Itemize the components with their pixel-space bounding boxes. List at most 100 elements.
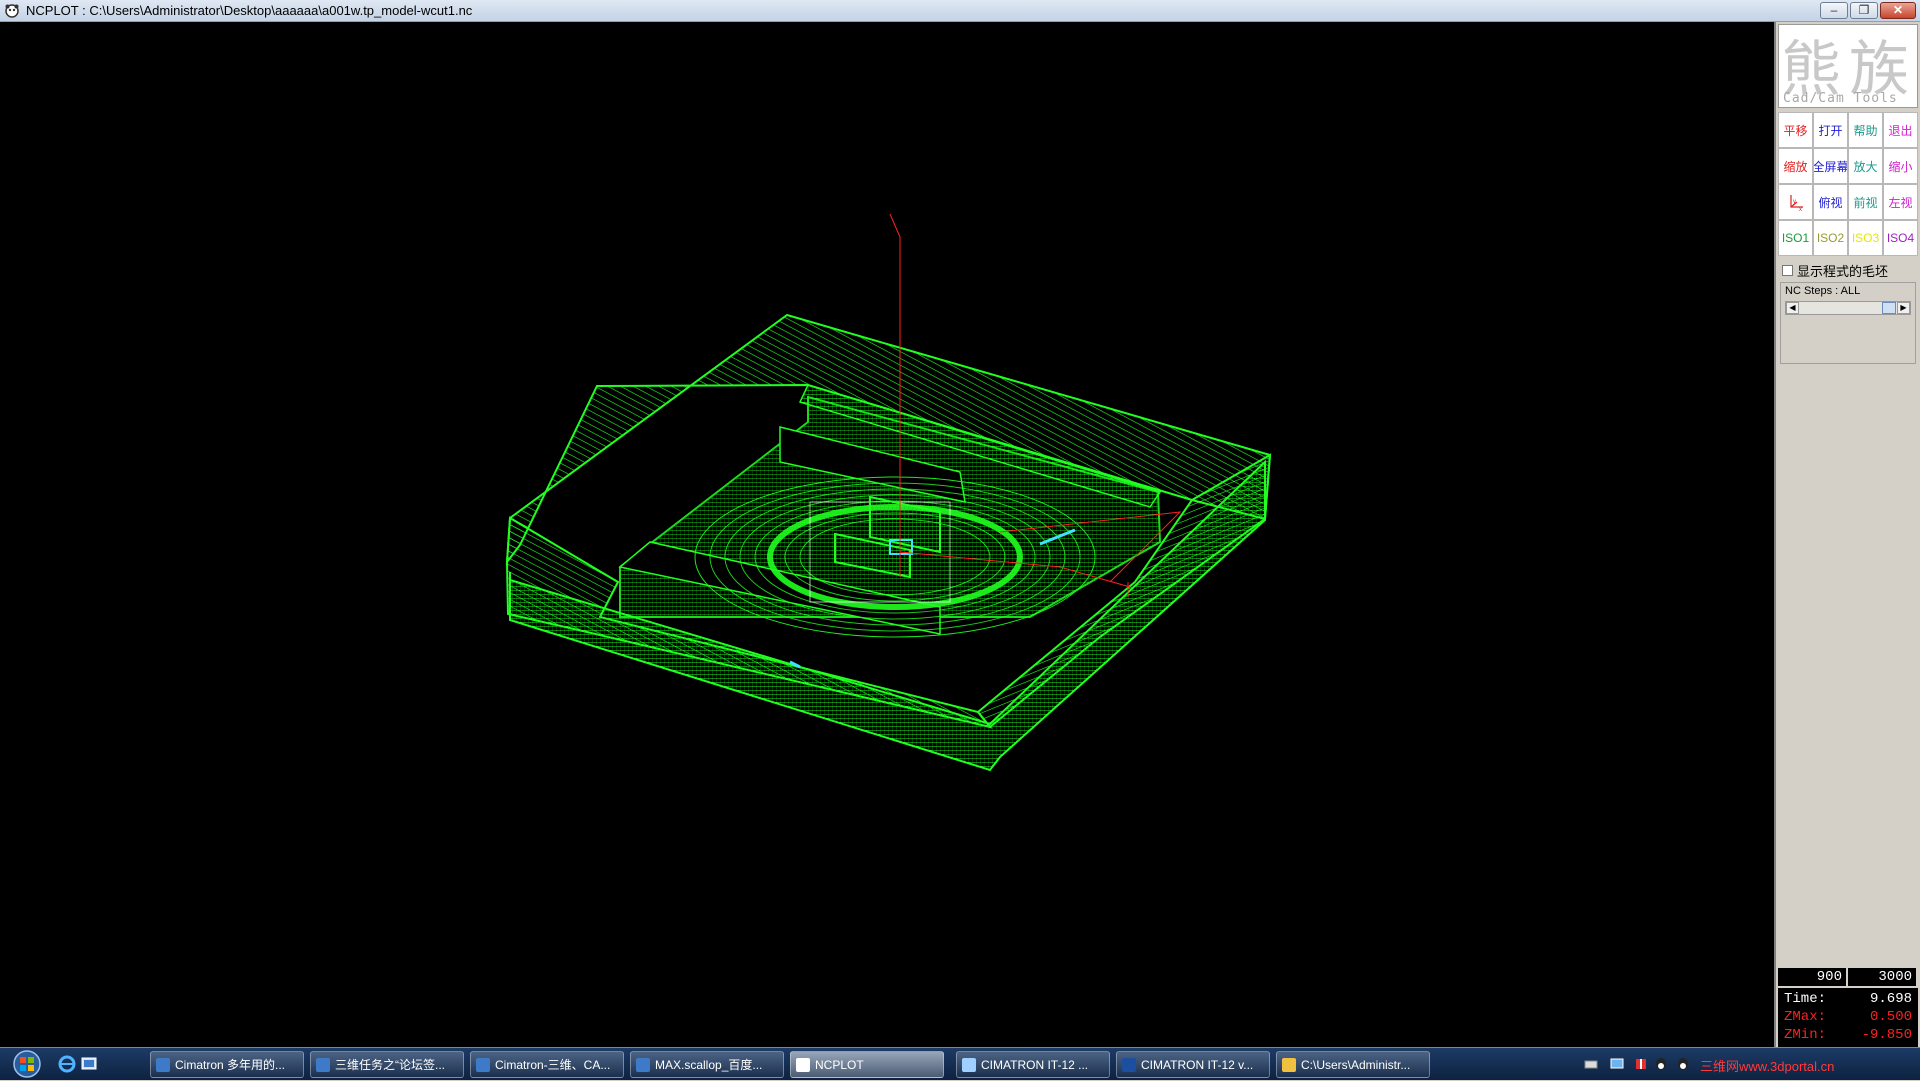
stat-row: Time: 9.698 [1784,990,1912,1008]
tool-label-zoom-in: 放大 [1853,159,1878,174]
show-stock-label: 显示程式的毛坯 [1797,263,1889,279]
stat-row: ZMax: 0.500 [1784,1008,1912,1026]
scroll-left-arrow-icon[interactable]: ◀ [1786,302,1799,314]
cimatron-window-icon [962,1057,976,1072]
tool-label-zoom: 缩放 [1783,159,1808,174]
stat-value: 0.500 [1869,1009,1912,1025]
taskbar-item-label: CIMATRON IT-12 v... [1141,1057,1254,1072]
ncplot-app-icon [5,4,19,18]
stat-row: ZMin: -9.850 [1784,1026,1912,1044]
cimatron-app-icon [1122,1057,1136,1072]
stat-label: ZMin: [1784,1027,1827,1043]
keyboard-icon[interactable] [1584,1057,1598,1071]
taskbar-item[interactable]: Cimatron-三维、CA... [470,1051,624,1078]
logo-subtitle: Cad/Cam Tools [1783,91,1898,106]
ie-icon[interactable] [58,1055,76,1073]
taskbar-item[interactable]: CIMATRON IT-12 v... [1116,1051,1270,1078]
taskbar-item[interactable]: NCPLOT [790,1051,944,1078]
network-icon[interactable] [1610,1057,1624,1071]
show-desktop-icon[interactable] [80,1055,98,1073]
nc-steps-group: NC Steps : ALL ◀ ▶ [1780,282,1916,364]
tool-button-help[interactable]: 帮助 [1848,112,1883,148]
browser-page-icon [316,1057,330,1072]
taskbar-item-label: C:\Users\Administr... [1301,1057,1411,1072]
stat-label: ZMax: [1784,1009,1827,1025]
tool-label-open: 打开 [1818,123,1843,138]
control-panel: 熊族 Cad/Cam Tools 平移 打开 帮助 退出缩放 全屏幕 放大 缩小 y x 俯视 前视… [1776,22,1920,1070]
taskbar-item[interactable]: Cimatron 多年用的... [150,1051,304,1078]
tool-label-exit: 退出 [1888,123,1913,138]
tool-button-zoom-out[interactable]: 缩小 [1883,148,1918,184]
stat-label: Time: [1784,991,1827,1007]
stat-value: 9.698 [1869,991,1912,1007]
stat-value: -9.850 [1861,1027,1912,1043]
tool-label-pan: 平移 [1783,123,1808,138]
svg-text:y: y [1793,199,1796,205]
tool-label-front-view: 前视 [1853,195,1878,210]
qq-penguin-icon-2[interactable] [1676,1057,1690,1071]
folder-icon [1282,1057,1296,1072]
maximize-button[interactable]: ❐ [1850,2,1878,19]
taskbar-item-label: MAX.scallop_百度... [655,1058,763,1072]
tool-label-fullscreen: 全屏幕 [1813,159,1848,174]
feed-readout: 900 [1778,968,1846,986]
taskbar-item-label: NCPLOT [815,1057,864,1072]
tool-button-left-view[interactable]: 左视 [1883,184,1918,220]
show-stock-row[interactable]: 显示程式的毛坯 [1782,262,1889,279]
tool-button-iso1[interactable]: ISO1 [1778,220,1813,256]
tool-button-iso2[interactable]: ISO2 [1813,220,1848,256]
title-bar: NCPLOT : C:\Users\Administrator\Desktop\… [0,0,1920,22]
tool-button-fullscreen[interactable]: 全屏幕 [1813,148,1848,184]
window-title: NCPLOT : C:\Users\Administrator\Desktop\… [26,3,473,18]
nc-steps-scrollbar[interactable]: ◀ ▶ [1785,301,1911,315]
tool-label-iso1: ISO1 [1781,231,1810,245]
qq-penguin-icon[interactable] [1654,1057,1668,1071]
windows-taskbar: Cimatron 多年用的... 三维任务之“论坛签... Cimatron-三维、… [0,1047,1920,1080]
tool-label-iso2: ISO2 [1816,231,1845,245]
taskbar-item-label: Cimatron-三维、CA... [495,1058,611,1072]
bear-clan-logo: 熊族 Cad/Cam Tools [1778,24,1918,108]
tool-button-iso4[interactable]: ISO4 [1883,220,1918,256]
tool-button-pan[interactable]: 平移 [1778,112,1813,148]
tool-label-left-view: 左视 [1888,195,1913,210]
taskbar-item[interactable]: CIMATRON IT-12 ... [956,1051,1110,1078]
tool-button-zoom[interactable]: 缩放 [1778,148,1813,184]
browser-page-icon [156,1057,170,1072]
browser-page-icon [476,1057,490,1072]
taskbar-item-label: Cimatron 多年用的... [175,1058,286,1072]
axes-icon: yx [1789,195,1803,213]
tool-label-help: 帮助 [1853,123,1878,138]
taskbar-item[interactable]: MAX.scallop_百度... [630,1051,784,1078]
toolpath-viewport[interactable] [0,22,1776,1047]
tool-button-grid: 平移 打开 帮助 退出缩放 全屏幕 放大 缩小 y x 俯视 前视 左视 ISO1 ISO2 ISO3 ISO… [1778,112,1918,256]
scroll-thumb[interactable] [1882,302,1896,314]
speed-readout: 3000 [1848,968,1916,986]
show-stock-checkbox[interactable] [1782,264,1793,276]
taskbar-item-label: 三维任务之“论坛签... [335,1058,445,1072]
start-button[interactable] [4,1049,50,1079]
scroll-right-arrow-icon[interactable]: ▶ [1897,302,1910,314]
taskbar-item-label: CIMATRON IT-12 ... [981,1057,1089,1072]
system-tray: 三维网www.3dportal.cn [1576,1048,1920,1081]
browser-page-icon [636,1057,650,1072]
taskbar-item[interactable]: C:\Users\Administr... [1276,1051,1430,1078]
flag-icon[interactable] [1634,1057,1648,1071]
ncplot-icon [796,1057,810,1072]
taskbar-item[interactable]: 三维任务之“论坛签... [310,1051,464,1078]
tool-label-iso4: ISO4 [1886,231,1915,245]
tool-button-iso3[interactable]: ISO3 [1848,220,1883,256]
tool-button-exit[interactable]: 退出 [1883,112,1918,148]
svg-text:x: x [1799,207,1802,213]
minimize-button[interactable]: ‒ [1820,2,1848,19]
tool-button-front-view[interactable]: 前视 [1848,184,1883,220]
tool-label-zoom-out: 缩小 [1888,159,1913,174]
toolpath-render [505,213,1272,772]
close-button[interactable]: ✕ [1880,2,1916,19]
site-watermark: 三维网www.3dportal.cn [1700,1059,1835,1074]
tool-button-zoom-in[interactable]: 放大 [1848,148,1883,184]
tool-button-top-view[interactable]: 俯视 [1813,184,1848,220]
tool-button-axes-icon[interactable]: yx [1778,184,1813,220]
nc-steps-label: NC Steps : ALL [1785,285,1861,297]
tool-button-open[interactable]: 打开 [1813,112,1848,148]
tool-label-top-view: 俯视 [1818,195,1843,210]
